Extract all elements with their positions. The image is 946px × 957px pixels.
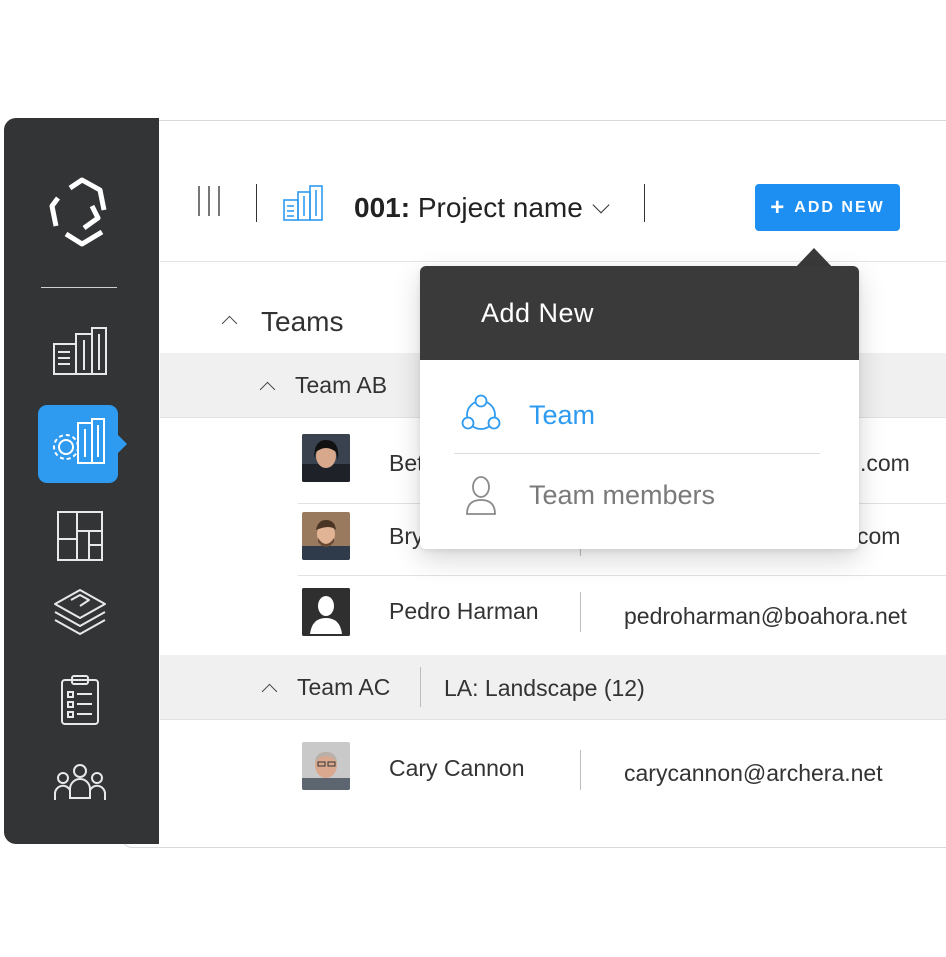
avatar <box>302 742 350 790</box>
default-avatar-icon <box>302 588 350 636</box>
app-logo-icon <box>49 177 107 247</box>
chevron-down-icon <box>592 196 610 214</box>
collapse-caret-icon[interactable] <box>259 381 276 397</box>
people-group-icon <box>54 764 106 800</box>
member-email: pedroharman@boahora.net <box>624 603 907 629</box>
menu-item-label: Team members <box>529 479 716 510</box>
menu-item-team[interactable]: Team <box>420 376 859 454</box>
buildings-icon <box>53 327 107 375</box>
member-name: Pedro Harman <box>389 598 539 624</box>
project-name: Project name <box>410 192 583 223</box>
row-divider <box>298 575 946 576</box>
avatar <box>302 434 350 482</box>
add-new-dropdown: Add New Team Team members <box>420 266 859 549</box>
member-email: carycannon@archera.net <box>624 760 883 786</box>
app-window: 001: Project name + ADD NEW Teams Team AB… <box>0 0 946 957</box>
sidebar-divider <box>41 287 117 288</box>
person-icon <box>466 476 496 515</box>
sidebar-item-layers[interactable] <box>44 584 116 644</box>
menu-item-team-members[interactable]: Team members <box>420 456 859 534</box>
section-title: Teams <box>261 306 344 337</box>
sidebar-item-buildings[interactable] <box>44 322 116 382</box>
project-number: 001: <box>354 192 411 223</box>
add-new-button[interactable]: + ADD NEW <box>755 184 900 231</box>
sidebar <box>4 118 159 844</box>
group-row-team-ab[interactable]: Team AB <box>259 353 388 417</box>
column-divider <box>580 592 581 632</box>
column-divider <box>580 750 581 790</box>
row-divider <box>160 719 946 720</box>
menu-item-label: Team <box>529 399 596 430</box>
column-toggle-icon[interactable] <box>196 185 222 217</box>
sidebar-item-people[interactable] <box>44 752 116 812</box>
member-name: Bet <box>389 450 424 476</box>
checklist-icon <box>61 675 99 725</box>
add-new-label: ADD NEW <box>794 198 885 216</box>
dropdown-title: Add New <box>420 266 859 360</box>
project-building-icon <box>283 185 323 221</box>
group-name: Team AB <box>295 371 388 398</box>
group-discipline: LA: Landscape (12) <box>444 675 645 701</box>
building-settings-icon <box>53 418 105 464</box>
layout-grid-icon <box>57 511 103 561</box>
plus-icon: + <box>770 193 785 221</box>
member-name: Cary Cannon <box>389 755 525 781</box>
sidebar-item-checklist[interactable] <box>44 670 116 730</box>
avatar <box>302 512 350 560</box>
menu-divider <box>454 453 820 454</box>
header-divider <box>644 184 645 222</box>
member-name: Bry <box>389 523 424 549</box>
team-icon <box>461 394 501 430</box>
collapse-caret-icon[interactable] <box>261 683 278 699</box>
member-email: .com <box>860 450 910 476</box>
project-selector[interactable]: 001: Project name <box>354 192 610 224</box>
layers-icon <box>54 589 106 635</box>
sidebar-item-project-settings[interactable] <box>38 405 127 483</box>
column-divider <box>420 667 421 707</box>
sidebar-item-layout[interactable] <box>44 506 116 566</box>
dropdown-pointer <box>795 248 833 268</box>
top-bar: 001: Project name + ADD NEW <box>160 122 946 262</box>
member-email: com <box>857 523 901 549</box>
avatar <box>302 588 350 636</box>
group-row-team-ac[interactable]: Team AC <box>261 655 391 719</box>
header-divider <box>256 184 257 222</box>
group-name: Team AC <box>297 673 391 700</box>
